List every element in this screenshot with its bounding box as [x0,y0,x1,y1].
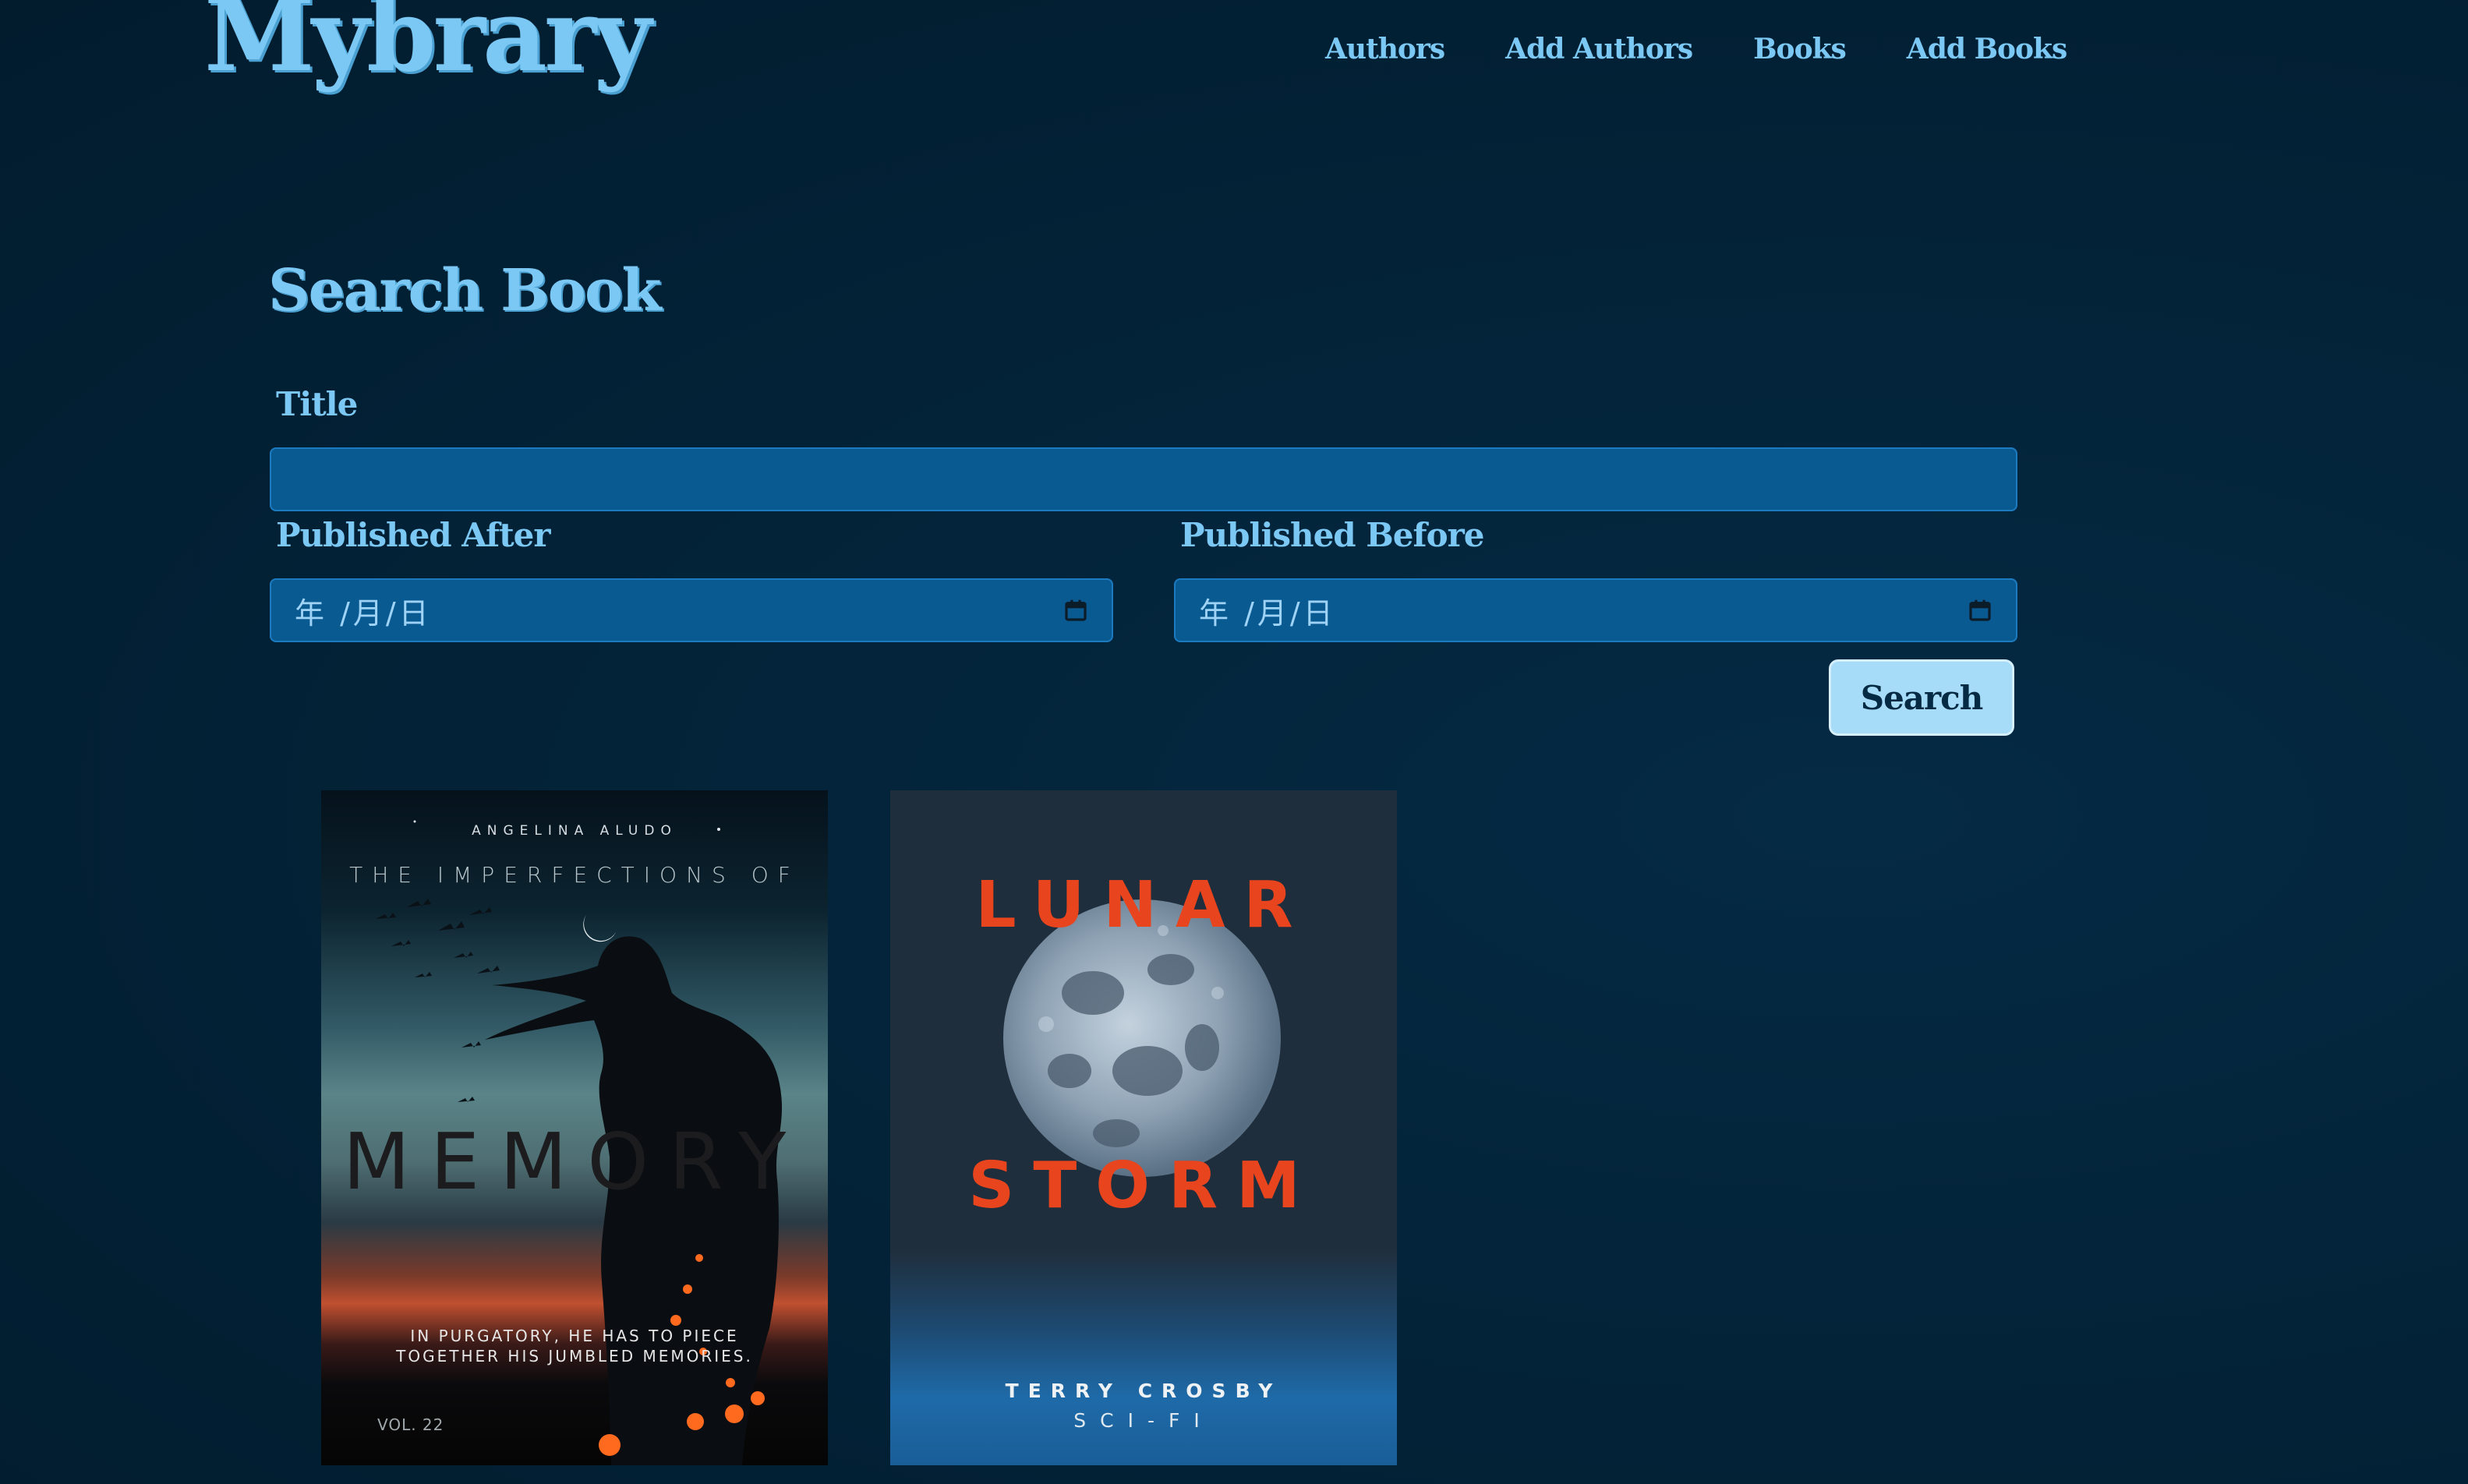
nav-add-authors[interactable]: Add Authors [1505,33,1693,65]
memory-title: MEMORY [342,1116,807,1207]
lunar-title-top: LUNAR [975,868,1312,942]
logo[interactable]: Mybrary [204,0,652,86]
published-after-input[interactable]: 年 /月/日 [270,578,1113,642]
search-button[interactable]: Search [1829,659,2014,736]
title-input[interactable] [270,447,2017,511]
published-before-placeholder: 年 /月/日 [1199,595,1336,631]
calendar-icon[interactable] [1968,598,1992,623]
lunar-genre: SCI-FI [1073,1409,1214,1432]
memory-author: ANGELINA ALUDO [472,823,677,839]
memory-volume: VOL. 22 [377,1415,444,1434]
published-after-placeholder: 年 /月/日 [295,595,432,631]
memory-tagline-1: IN PURGATORY, HE HAS TO PIECE [410,1327,739,1345]
book-cover-lunar-storm[interactable]: LUNAR STORM TERRY CROSBY SCI-FI [890,790,1397,1465]
published-before-label: Published Before [1180,516,1484,554]
book-cover-memory[interactable]: ANGELINA ALUDO THE IMPERFECTIONS OF MEMO… [321,790,828,1465]
lunar-title-bottom: STORM [968,1149,1319,1223]
nav-add-books[interactable]: Add Books [1907,33,2067,65]
page-title: Search Book [268,257,662,324]
lunar-author: TERRY CROSBY [1005,1380,1282,1402]
main-nav: Authors Add Authors Books Add Books [1325,33,2067,65]
published-before-input[interactable]: 年 /月/日 [1174,578,2017,642]
calendar-icon[interactable] [1063,598,1088,623]
memory-tagline-2: TOGETHER HIS JUMBLED MEMORIES. [396,1347,753,1366]
nav-books[interactable]: Books [1753,33,1847,65]
published-after-label: Published After [276,516,550,554]
memory-subtitle: THE IMPERFECTIONS OF [349,862,800,888]
nav-authors[interactable]: Authors [1325,33,1445,65]
title-label: Title [276,385,358,423]
